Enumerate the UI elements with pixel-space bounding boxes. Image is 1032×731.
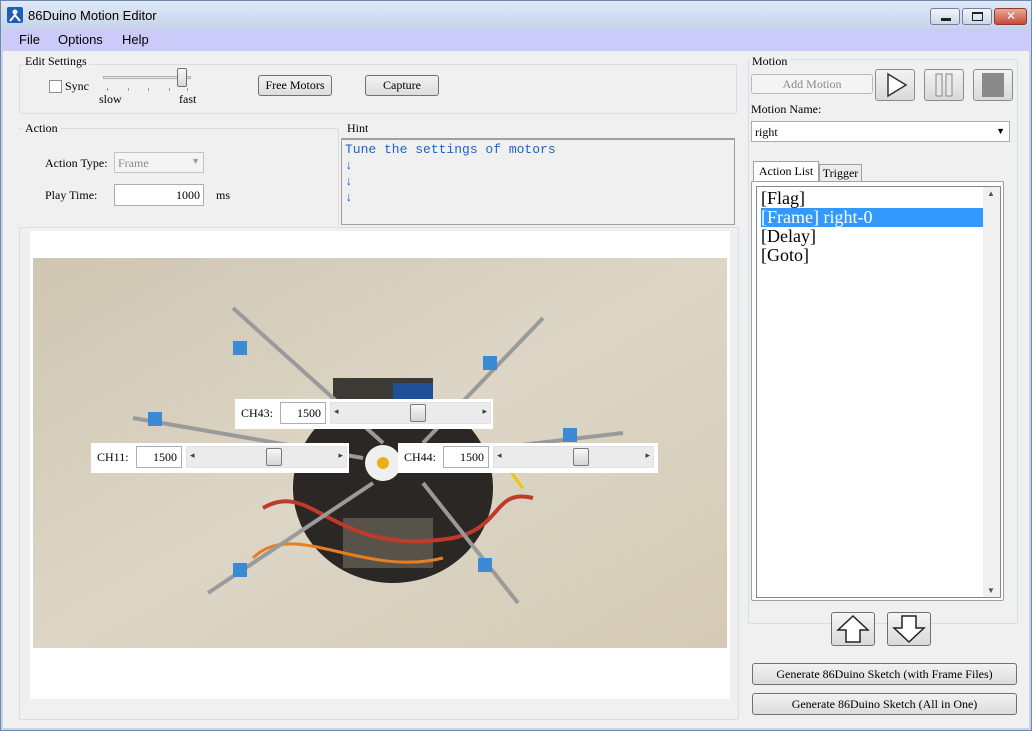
- play-button[interactable]: [875, 69, 915, 101]
- scroll-left-icon[interactable]: ◂: [190, 450, 195, 461]
- app-window: 86Duino Motion Editor ✕ File Options Hel…: [0, 0, 1032, 731]
- scroll-right-icon[interactable]: ▸: [482, 406, 487, 417]
- close-button[interactable]: ✕: [994, 8, 1027, 25]
- hint-label: Hint: [345, 121, 371, 136]
- action-group: [19, 128, 339, 226]
- channel-label: CH44:: [404, 450, 437, 464]
- generate-with-frame-files-button[interactable]: Generate 86Duino Sketch (with Frame File…: [752, 663, 1017, 685]
- chevron-down-icon: ▼: [996, 126, 1005, 136]
- free-motors-button[interactable]: Free Motors: [258, 75, 332, 96]
- pause-button[interactable]: [924, 69, 964, 101]
- client-area: Edit Settings Sync slow fast Free Motors…: [3, 51, 1029, 728]
- hint-line: ↓: [345, 190, 353, 205]
- capture-button[interactable]: Capture: [365, 75, 439, 96]
- robot-view-panel: CH43: 1500 ◂ ▸ CH11: 1500 ◂ ▸ CH44: 1500…: [30, 231, 730, 699]
- channel-scroll-thumb[interactable]: [572, 448, 589, 466]
- generate-all-in-one-button[interactable]: Generate 86Duino Sketch (All in One): [752, 693, 1017, 715]
- channel-value-input[interactable]: 1500: [280, 402, 326, 424]
- scroll-down-icon[interactable]: ▼: [987, 586, 995, 595]
- channel-label: CH43:: [241, 406, 274, 420]
- chevron-down-icon: ▼: [191, 156, 200, 166]
- channel-scrollbar[interactable]: ◂ ▸: [330, 402, 491, 424]
- title-bar[interactable]: 86Duino Motion Editor ✕: [1, 1, 1031, 29]
- scroll-right-icon[interactable]: ▸: [645, 450, 650, 461]
- channel-scroll-thumb[interactable]: [265, 448, 282, 466]
- minimize-button[interactable]: [930, 8, 960, 25]
- channel-value-input[interactable]: 1500: [136, 446, 182, 468]
- action-list-item[interactable]: [Goto]: [761, 246, 983, 265]
- tab-action-list[interactable]: Action List: [753, 161, 819, 182]
- slider-max-label: fast: [179, 92, 197, 106]
- slider-tick: [187, 88, 188, 91]
- menu-file[interactable]: File: [19, 32, 40, 47]
- action-type-value: Frame: [118, 156, 149, 170]
- channel-value-input[interactable]: 1500: [443, 446, 489, 468]
- channel-label: CH11:: [97, 450, 129, 464]
- channel-ch43: CH43: 1500 ◂ ▸: [235, 399, 493, 429]
- slider-tick: [128, 88, 129, 91]
- sync-label: Sync: [65, 79, 89, 93]
- motion-name-label: Motion Name:: [751, 102, 822, 116]
- action-list-scrollbar[interactable]: ▲ ▼: [983, 187, 1000, 597]
- maximize-icon: [972, 12, 983, 21]
- speed-slider-thumb[interactable]: [177, 68, 187, 87]
- slider-tick: [148, 88, 149, 91]
- menu-help[interactable]: Help: [122, 32, 149, 47]
- play-time-label: Play Time:: [45, 188, 98, 202]
- sync-checkbox[interactable]: [49, 80, 62, 93]
- motion-name-value: right: [755, 125, 778, 139]
- channel-scrollbar[interactable]: ◂ ▸: [493, 446, 654, 468]
- channel-scrollbar[interactable]: ◂ ▸: [186, 446, 347, 468]
- action-listbox[interactable]: [Flag] [Frame] right-0 [Delay] [Goto] ▲ ▼: [756, 186, 1001, 598]
- action-type-label: Action Type:: [45, 156, 108, 170]
- hint-line: ↓: [345, 158, 353, 173]
- action-list-item[interactable]: [Delay]: [761, 227, 983, 246]
- app-logo-icon: [7, 7, 23, 23]
- maximize-button[interactable]: [962, 8, 992, 25]
- menu-options[interactable]: Options: [58, 32, 103, 47]
- hint-line: ↓: [345, 174, 353, 189]
- minimize-icon: [941, 18, 951, 21]
- action-list-item[interactable]: [Flag]: [761, 189, 983, 208]
- channel-ch44: CH44: 1500 ◂ ▸: [398, 443, 658, 473]
- channel-scroll-thumb[interactable]: [409, 404, 426, 422]
- play-icon: [887, 72, 908, 98]
- stop-icon: [982, 73, 1004, 97]
- slider-tick: [169, 88, 170, 91]
- arrow-down-icon: [892, 615, 926, 644]
- scroll-left-icon[interactable]: ◂: [497, 450, 502, 461]
- tab-trigger[interactable]: Trigger: [819, 164, 862, 182]
- slider-tick: [107, 88, 108, 91]
- arrow-up-icon: [836, 614, 870, 643]
- add-motion-button[interactable]: Add Motion: [751, 74, 873, 94]
- close-icon: ✕: [1006, 9, 1017, 23]
- pause-icon: [935, 73, 953, 97]
- hint-textbox: Tune the settings of motors ↓ ↓ ↓: [341, 138, 735, 225]
- stop-button[interactable]: [973, 69, 1013, 101]
- scroll-right-icon[interactable]: ▸: [338, 450, 343, 461]
- motion-name-select[interactable]: right ▼: [751, 121, 1010, 142]
- window-title: 86Duino Motion Editor: [28, 8, 157, 23]
- motion-label: Motion: [750, 54, 790, 69]
- scroll-left-icon[interactable]: ◂: [334, 406, 339, 417]
- move-up-button[interactable]: [831, 612, 875, 646]
- action-list-item[interactable]: [Frame] right-0: [761, 208, 983, 227]
- action-label: Action: [23, 121, 60, 136]
- play-time-input[interactable]: 1000: [114, 184, 204, 206]
- channel-ch11: CH11: 1500 ◂ ▸: [91, 443, 349, 473]
- slider-min-label: slow: [99, 92, 122, 106]
- menu-bar: File Options Help: [3, 29, 1029, 51]
- scroll-up-icon[interactable]: ▲: [987, 189, 995, 198]
- play-time-unit: ms: [216, 188, 231, 202]
- hint-line: Tune the settings of motors: [345, 142, 556, 157]
- action-type-select[interactable]: Frame ▼: [114, 152, 204, 173]
- move-down-button[interactable]: [887, 612, 931, 646]
- edit-settings-label: Edit Settings: [23, 54, 89, 69]
